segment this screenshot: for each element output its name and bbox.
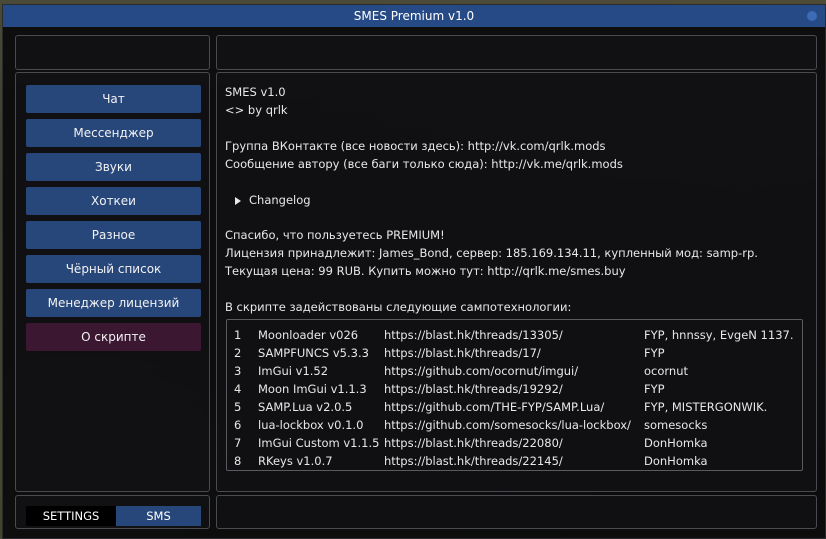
table-row: 7 ImGui Custom v1.1.5 https://blast.hk/t… — [227, 434, 804, 452]
price-line: Текущая цена: 99 RUB. Купить можно тут: … — [225, 264, 626, 278]
window-title: SMES Premium v1.0 — [353, 9, 475, 23]
smes-window: SMES Premium v1.0 Чат Мессенджер Звуки Х… — [2, 4, 826, 539]
sidebar: Чат Мессенджер Звуки Хоткеи Разное Чёрны… — [15, 72, 210, 492]
tech-intro: В скрипте задействованы следующие сампот… — [225, 300, 572, 314]
tech-url: https://github.com/somesocks/lua-lockbox… — [384, 418, 631, 432]
sidebar-item-about[interactable]: О скрипте — [26, 323, 201, 351]
vk-author-line: Сообщение автору (все баги только сюда):… — [225, 157, 623, 171]
changelog-label: Changelog — [249, 193, 311, 207]
tech-authors: FYP, hnnssy, EvgeN 1137. — [644, 328, 794, 342]
tech-url: https://blast.hk/threads/17/ — [384, 346, 541, 360]
tech-name: ImGui Custom v1.1.5 — [258, 436, 380, 450]
table-row: 3 ImGui v1.52 https://github.com/ocornut… — [227, 362, 804, 380]
table-row: 6 lua-lockbox v0.1.0 https://github.com/… — [227, 416, 804, 434]
row-number: 1 — [234, 328, 242, 342]
window-resize-icon[interactable] — [807, 11, 817, 21]
table-row: 4 Moon ImGui v1.1.3 https://blast.hk/thr… — [227, 380, 804, 398]
sidebar-item-misc[interactable]: Разное — [26, 221, 201, 249]
tech-name: SAMPFUNCS v5.3.3 — [258, 346, 369, 360]
tech-url: https://blast.hk/threads/22145/ — [384, 454, 563, 468]
tech-url: https://blast.hk/threads/13305/ — [384, 328, 563, 342]
bottom-right-panel — [216, 495, 817, 529]
about-panel: SMES v1.0 <> by qrlk Группа ВКонтакте (в… — [216, 72, 817, 492]
tech-url: https://blast.hk/threads/19292/ — [384, 382, 563, 396]
technologies-table: 1 Moonloader v026 https://blast.hk/threa… — [226, 319, 803, 471]
script-author: <> by qrlk — [225, 103, 288, 117]
tech-authors: somesocks — [644, 418, 708, 432]
expand-arrow-icon — [235, 196, 241, 205]
license-line: Лицензия принадлежит: James_Bond, сервер… — [225, 246, 758, 260]
vk-group-line: Группа ВКонтакте (все новости здесь): ht… — [225, 139, 606, 153]
thanks-line: Спасибо, что пользуетесь PREMIUM! — [225, 228, 445, 242]
tech-authors: FYP, MISTERGONWIK. — [644, 400, 768, 414]
tech-url: https://github.com/ocornut/imgui/ — [384, 364, 579, 378]
tech-authors: DonHomka — [644, 454, 708, 468]
tech-name: RKeys v1.0.7 — [258, 454, 333, 468]
row-number: 4 — [234, 382, 242, 396]
tech-name: ImGui v1.52 — [258, 364, 329, 378]
sidebar-item-blacklist[interactable]: Чёрный список — [26, 255, 201, 283]
sidebar-item-messenger[interactable]: Мессенджер — [26, 119, 201, 147]
sms-tab[interactable]: SMS — [116, 506, 201, 526]
sidebar-item-sounds[interactable]: Звуки — [26, 153, 201, 181]
sidebar-item-chat[interactable]: Чат — [26, 85, 201, 113]
sidebar-item-license-manager[interactable]: Менеджер лицензий — [26, 289, 201, 317]
row-number: 2 — [234, 346, 242, 360]
settings-tab[interactable]: SETTINGS — [26, 506, 116, 526]
tech-name: lua-lockbox v0.1.0 — [258, 418, 364, 432]
tech-authors: FYP — [644, 382, 665, 396]
bottom-left-panel: SETTINGS SMS — [15, 495, 210, 529]
row-number: 5 — [234, 400, 242, 414]
tech-url: https://github.com/THE-FYP/SAMP.Lua/ — [384, 400, 605, 414]
row-number: 8 — [234, 454, 242, 468]
tech-name: Moonloader v026 — [258, 328, 359, 342]
window-titlebar[interactable]: SMES Premium v1.0 — [3, 5, 825, 27]
row-number: 6 — [234, 418, 242, 432]
script-name: SMES v1.0 — [225, 85, 286, 99]
tech-authors: FYP — [644, 346, 665, 360]
row-number: 3 — [234, 364, 242, 378]
tech-authors: ocornut — [644, 364, 689, 378]
tech-name: SAMP.Lua v2.0.5 — [258, 400, 353, 414]
row-number: 7 — [234, 436, 242, 450]
table-row: 5 SAMP.Lua v2.0.5 https://github.com/THE… — [227, 398, 804, 416]
tech-authors: DonHomka — [644, 436, 708, 450]
table-row: 2 SAMPFUNCS v5.3.3 https://blast.hk/thre… — [227, 344, 804, 362]
tech-url: https://blast.hk/threads/22080/ — [384, 436, 563, 450]
tech-name: Moon ImGui v1.1.3 — [258, 382, 367, 396]
table-row: 8 RKeys v1.0.7 https://blast.hk/threads/… — [227, 452, 804, 470]
table-row: 1 Moonloader v026 https://blast.hk/threa… — [227, 326, 804, 344]
top-right-panel — [216, 35, 817, 70]
changelog-toggle[interactable]: Changelog — [235, 193, 311, 207]
sidebar-item-hotkeys[interactable]: Хоткеи — [26, 187, 201, 215]
top-left-panel — [15, 35, 210, 70]
